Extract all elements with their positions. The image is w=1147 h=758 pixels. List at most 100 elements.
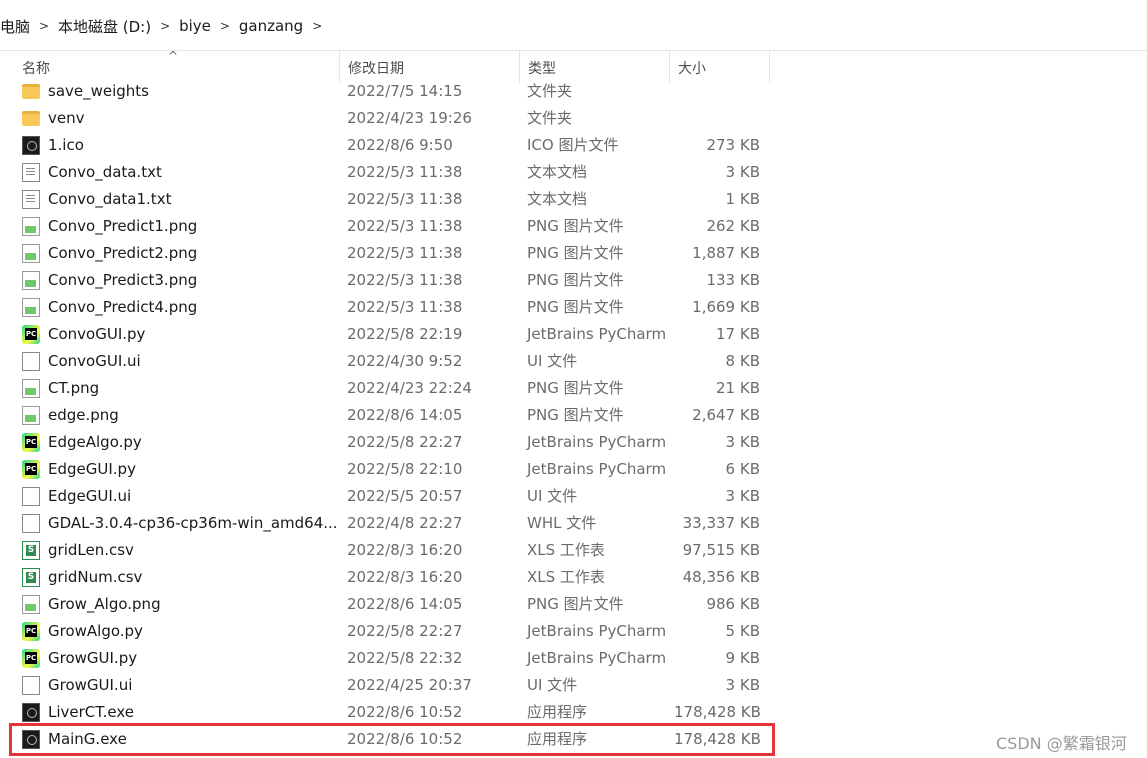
file-row[interactable]: GrowAlgo.py 2022/5/8 22:27 JetBrains PyCha…: [14, 618, 774, 645]
file-modified-date: 2022/5/3 11:38: [347, 163, 463, 181]
file-row[interactable]: EdgeGUI.py 2022/5/8 22:10 JetBrains PyChar…: [14, 456, 774, 483]
file-type: JetBrains PyCharm: [527, 433, 667, 451]
address-bar[interactable]: 电脑 > 本地磁盘 (D:) > biye > ganzang >: [0, 0, 1147, 51]
file-row[interactable]: Convo_Predict2.png 2022/5/3 11:38 PNG 图片文件…: [14, 240, 774, 267]
chevron-right-icon[interactable]: >: [309, 19, 325, 33]
file-modified-date: 2022/4/30 9:52: [347, 352, 463, 370]
file-row[interactable]: LiverCT.exe 2022/8/6 10:52 应用程序 178,428 KB: [14, 699, 774, 726]
file-type: UI 文件: [527, 487, 578, 505]
file-row[interactable]: 1.ico 2022/8/6 9:50 ICO 图片文件 273 KB: [14, 132, 774, 159]
file-name: CT.png: [48, 379, 100, 397]
file-row[interactable]: Convo_data.txt 2022/5/3 11:38 文本文档 3 KB: [14, 159, 774, 186]
file-name: Convo_Predict3.png: [48, 271, 198, 289]
file-size: 48,356 KB: [682, 568, 760, 586]
file-row[interactable]: GDAL-3.0.4-cp36-cp36m-win_amd64... 2022/4…: [14, 510, 774, 537]
file-size: 178,428 KB: [674, 703, 761, 721]
pycharm-file-icon: [22, 456, 42, 483]
file-name: MainG.exe: [48, 730, 127, 748]
file-row[interactable]: EdgeAlgo.py 2022/5/8 22:27 JetBrains PyCha…: [14, 429, 774, 456]
breadcrumb-item-ganzang[interactable]: ganzang: [233, 17, 309, 35]
xls-file-icon: [22, 564, 42, 591]
file-modified-date: 2022/8/6 14:05: [347, 406, 463, 424]
file-size: 5 KB: [725, 622, 760, 640]
blank-file-icon: [22, 348, 42, 375]
file-name: GrowGUI.py: [48, 649, 138, 667]
file-name: Convo_data.txt: [48, 163, 162, 181]
file-row[interactable]: Convo_Predict1.png 2022/5/3 11:38 PNG 图片文件…: [14, 213, 774, 240]
breadcrumb: 电脑 > 本地磁盘 (D:) > biye > ganzang >: [0, 14, 325, 38]
file-size: 273 KB: [706, 136, 760, 154]
file-modified-date: 2022/4/23 22:24: [347, 379, 472, 397]
file-modified-date: 2022/7/5 14:15: [347, 82, 463, 100]
xls-file-icon: [22, 537, 42, 564]
file-row[interactable]: ConvoGUI.ui 2022/4/30 9:52 UI 文件 8 KB: [14, 348, 774, 375]
file-row[interactable]: Convo_Predict3.png 2022/5/3 11:38 PNG 图片文件…: [14, 267, 774, 294]
file-row[interactable]: gridNum.csv 2022/8/3 16:20 XLS 工作表 48,356 K…: [14, 564, 774, 591]
file-modified-date: 2022/5/8 22:32: [347, 649, 463, 667]
file-modified-date: 2022/5/3 11:38: [347, 244, 463, 262]
file-row[interactable]: Convo_Predict4.png 2022/5/3 11:38 PNG 图片文件…: [14, 294, 774, 321]
chevron-right-icon[interactable]: >: [217, 19, 233, 33]
file-size: 3 KB: [725, 433, 760, 451]
file-modified-date: 2022/8/6 10:52: [347, 730, 463, 748]
file-row[interactable]: GrowGUI.ui 2022/4/25 20:37 UI 文件 3 KB: [14, 672, 774, 699]
file-row[interactable]: CT.png 2022/4/23 22:24 PNG 图片文件 21 KB: [14, 375, 774, 402]
file-modified-date: 2022/8/6 10:52: [347, 703, 463, 721]
file-name: EdgeAlgo.py: [48, 433, 142, 451]
pycharm-file-icon: [22, 618, 42, 645]
file-type: 文件夹: [527, 109, 573, 127]
file-row[interactable]: save_weights 2022/7/5 14:15 文件夹: [14, 78, 774, 105]
file-row[interactable]: Convo_data1.txt 2022/5/3 11:38 文本文档 1 KB: [14, 186, 774, 213]
file-row[interactable]: venv 2022/4/23 19:26 文件夹: [14, 105, 774, 132]
file-row[interactable]: GrowGUI.py 2022/5/8 22:32 JetBrains PyChar…: [14, 645, 774, 672]
folder-icon: [22, 78, 42, 105]
file-size: 986 KB: [706, 595, 760, 613]
file-row[interactable]: EdgeGUI.ui 2022/5/5 20:57 UI 文件 3 KB: [14, 483, 774, 510]
file-row[interactable]: edge.png 2022/8/6 14:05 PNG 图片文件 2,647 KB: [14, 402, 774, 429]
file-size: 8 KB: [725, 352, 760, 370]
file-type: PNG 图片文件: [527, 406, 624, 424]
file-name: GrowAlgo.py: [48, 622, 143, 640]
file-size: 178,428 KB: [674, 730, 761, 748]
file-type: UI 文件: [527, 352, 578, 370]
file-name: edge.png: [48, 406, 119, 424]
file-type: JetBrains PyCharm: [527, 622, 667, 640]
breadcrumb-item-pc[interactable]: 电脑: [0, 16, 36, 37]
file-modified-date: 2022/5/3 11:38: [347, 298, 463, 316]
breadcrumb-item-biye[interactable]: biye: [173, 17, 217, 35]
file-type: PNG 图片文件: [527, 379, 624, 397]
breadcrumb-item-drive[interactable]: 本地磁盘 (D:): [52, 16, 157, 37]
file-size: 6 KB: [725, 460, 760, 478]
file-type: JetBrains PyCharm: [527, 649, 667, 667]
file-row[interactable]: gridLen.csv 2022/8/3 16:20 XLS 工作表 97,515 K…: [14, 537, 774, 564]
file-size: 1,669 KB: [692, 298, 760, 316]
png-file-icon: [22, 294, 42, 321]
file-name: LiverCT.exe: [48, 703, 135, 721]
file-name: Convo_Predict4.png: [48, 298, 198, 316]
png-file-icon: [22, 213, 42, 240]
file-type: JetBrains PyCharm: [527, 325, 667, 343]
chevron-right-icon[interactable]: >: [157, 19, 173, 33]
ico-file-icon: [22, 132, 42, 159]
exe-file-icon: [22, 726, 42, 753]
file-row[interactable]: MainG.exe 2022/8/6 10:52 应用程序 178,428 KB: [14, 726, 774, 753]
text-file-icon: [22, 186, 42, 213]
file-type: 文本文档: [527, 190, 588, 208]
file-type: WHL 文件: [527, 514, 597, 532]
pycharm-file-icon: [22, 645, 42, 672]
file-modified-date: 2022/8/6 9:50: [347, 136, 453, 154]
file-row[interactable]: ConvoGUI.py 2022/5/8 22:19 JetBrains PyCha…: [14, 321, 774, 348]
file-row[interactable]: Grow_Algo.png 2022/8/6 14:05 PNG 图片文件 986 K…: [14, 591, 774, 618]
file-name: gridNum.csv: [48, 568, 143, 586]
chevron-right-icon[interactable]: >: [36, 19, 52, 33]
file-size: 33,337 KB: [682, 514, 760, 532]
file-type: 应用程序: [527, 703, 588, 721]
file-name: Convo_Predict1.png: [48, 217, 198, 235]
pycharm-file-icon: [22, 321, 42, 348]
file-modified-date: 2022/5/5 20:57: [347, 487, 463, 505]
file-name: EdgeGUI.py: [48, 460, 136, 478]
file-name: GDAL-3.0.4-cp36-cp36m-win_amd64...: [48, 514, 338, 532]
file-name: GrowGUI.ui: [48, 676, 133, 694]
file-modified-date: 2022/5/8 22:27: [347, 433, 463, 451]
file-modified-date: 2022/5/3 11:38: [347, 190, 463, 208]
